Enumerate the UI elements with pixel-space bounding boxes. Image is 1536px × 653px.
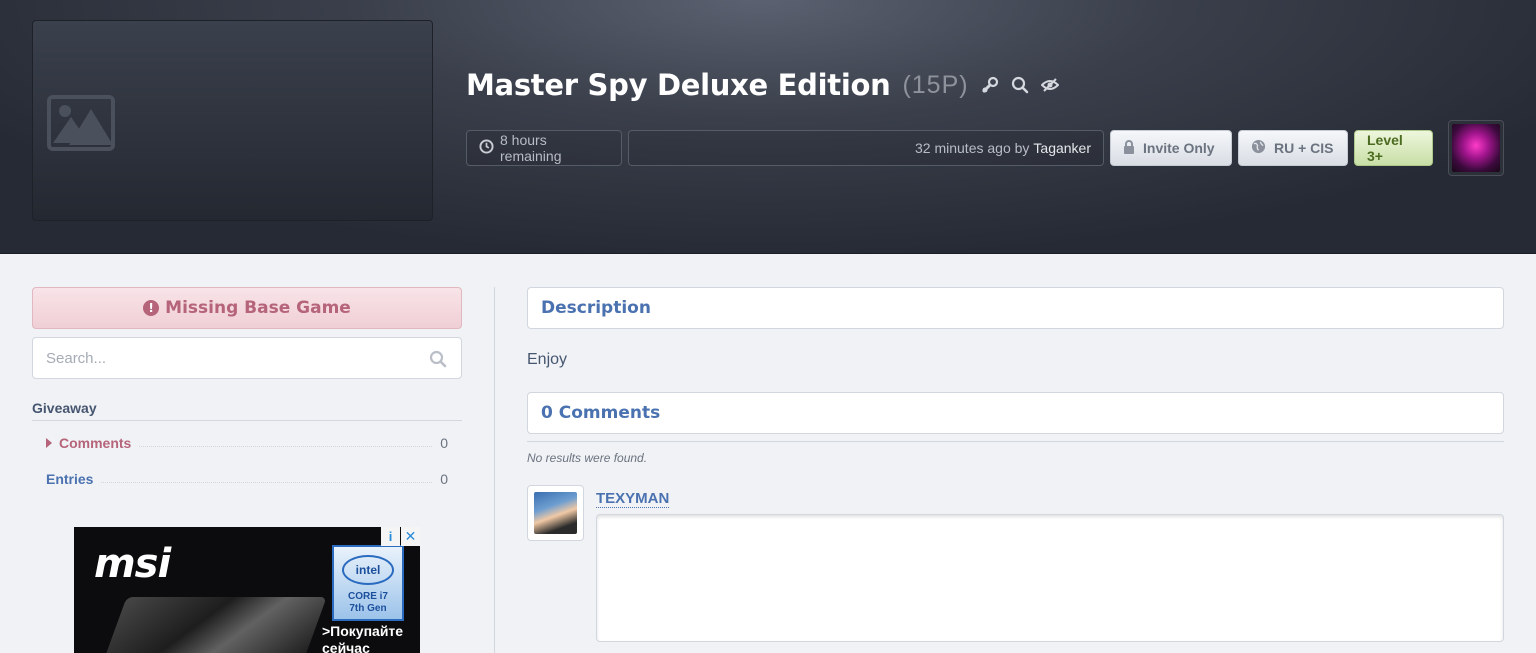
caret-right-icon — [46, 438, 52, 448]
level-requirement-badge: Level 3+ — [1354, 130, 1433, 166]
meta-row: 8 hours remaining 32 minutes ago by Taga… — [466, 130, 1433, 166]
sidebar-item-count: 0 — [440, 471, 448, 487]
sidebar-item-entries[interactable]: Entries 0 — [46, 467, 448, 487]
intel-badge: intel CORE i7 7th Gen — [332, 545, 404, 621]
game-title[interactable]: Master Spy Deluxe Edition — [466, 68, 891, 102]
ad-call-to-action[interactable]: >Покупайте сейчас — [322, 623, 403, 653]
sidebar-heading-giveaway: Giveaway — [32, 400, 462, 421]
globe-icon — [1251, 139, 1266, 157]
sidebar-item-label: Comments — [59, 435, 132, 451]
missing-base-game-button[interactable]: ! Missing Base Game — [32, 287, 462, 329]
game-image-placeholder[interactable] — [32, 20, 433, 221]
no-results-text: No results were found. — [527, 451, 648, 465]
invite-only-label: Invite Only — [1143, 140, 1215, 156]
user-avatar[interactable] — [527, 485, 584, 541]
search-icon[interactable] — [1011, 76, 1029, 94]
steam-icon[interactable] — [981, 76, 999, 94]
time-remaining-text: 8 hours remaining — [500, 132, 562, 164]
ad-product-image — [101, 597, 327, 653]
search-input[interactable] — [33, 338, 413, 378]
creator-link[interactable]: Taganker — [1033, 140, 1091, 156]
intel-badge-line1: CORE i7 — [347, 591, 388, 602]
comment-textarea[interactable] — [596, 514, 1504, 642]
sidebar-item-comments[interactable]: Comments 0 — [46, 431, 448, 451]
image-placeholder-icon — [47, 95, 115, 151]
missing-base-game-label: Missing Base Game — [165, 298, 351, 318]
comments-divider — [527, 441, 1504, 442]
invite-only-badge: Invite Only — [1110, 130, 1232, 166]
search-icon[interactable] — [429, 350, 447, 373]
intel-badge-line2: 7th Gen — [349, 603, 387, 614]
region-label: RU + CIS — [1274, 140, 1334, 156]
clock-icon — [479, 139, 494, 157]
sidebar-item-label: Entries — [46, 471, 94, 487]
sidebar-item-count: 0 — [440, 435, 448, 451]
region-restricted-badge[interactable]: RU + CIS — [1238, 130, 1348, 166]
description-text: Enjoy — [527, 351, 568, 368]
advertisement-banner[interactable]: msi intel CORE i7 7th Gen >Покупайте сейча… — [74, 527, 420, 653]
hide-eye-icon[interactable] — [1040, 76, 1060, 94]
description-heading: Description — [527, 287, 1504, 329]
user-avatar-image — [534, 492, 577, 534]
exclamation-icon: ! — [143, 300, 160, 316]
sidebar-search — [32, 337, 462, 379]
created-ago-text: 32 minutes ago by — [915, 140, 1030, 156]
ad-brand-logo: msi — [94, 541, 171, 587]
creator-avatar[interactable] — [1448, 120, 1504, 176]
creator-avatar-image — [1452, 124, 1500, 172]
points-cost: (15P) — [902, 70, 969, 99]
username-link[interactable]: TEXYMAN — [596, 490, 670, 508]
intel-badge-brand: intel — [342, 555, 394, 585]
column-divider — [494, 287, 495, 653]
title-row: Master Spy Deluxe Edition (15P) — [466, 68, 1060, 102]
giveaway-header: Master Spy Deluxe Edition (15P) 8 hours … — [0, 0, 1536, 254]
time-remaining: 8 hours remaining — [466, 130, 622, 166]
lock-icon — [1123, 139, 1135, 157]
ad-close-icon[interactable]: ✕ — [401, 527, 420, 546]
level-label: Level 3+ — [1367, 132, 1403, 164]
ad-info-icon[interactable]: i — [381, 527, 400, 546]
created-info: 32 minutes ago by Taganker — [628, 130, 1104, 166]
comments-heading: 0 Comments — [527, 392, 1504, 434]
